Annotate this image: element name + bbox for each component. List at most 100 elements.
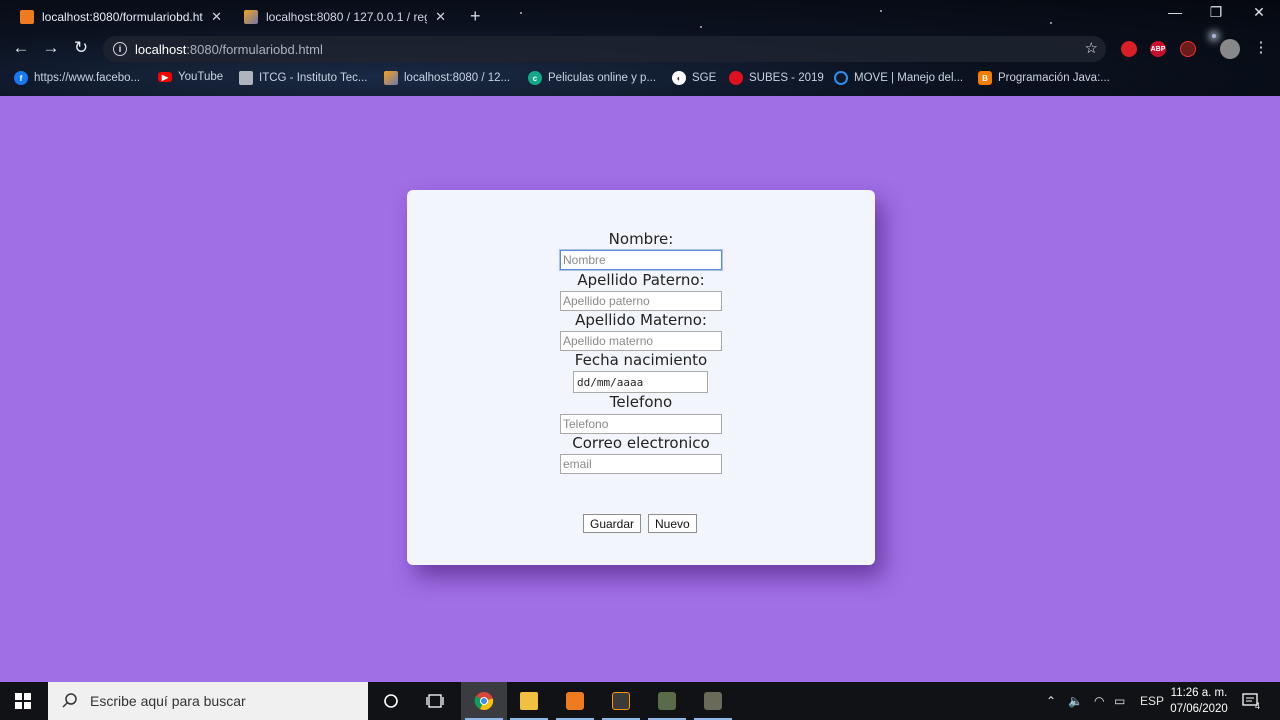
taskbar-clock[interactable]: 11:26 a. m. 07/06/2020 xyxy=(1164,685,1234,717)
close-window-icon[interactable]: ✕ xyxy=(1244,4,1274,21)
back-icon[interactable]: ← xyxy=(10,38,32,58)
bookmark-star-icon[interactable]: ☆ xyxy=(1085,39,1098,57)
battery-icon[interactable]: ▭ xyxy=(1114,682,1125,720)
site-info-icon[interactable]: i xyxy=(113,42,127,56)
clock-time: 11:26 a. m. xyxy=(1170,687,1228,699)
bookmark-programacion-java[interactable]: B Programación Java:... xyxy=(978,71,1110,85)
itcg-icon xyxy=(239,71,253,85)
telefono-label: Telefono xyxy=(609,393,673,411)
apellido-paterno-label: Apellido Paterno: xyxy=(577,271,705,289)
nombre-input[interactable] xyxy=(560,250,722,270)
nombre-label: Nombre: xyxy=(608,230,674,248)
fecha-nacimiento-input[interactable]: dd/mm/aaaa xyxy=(573,371,708,393)
bookmark-subes[interactable]: SUBES - 2019 xyxy=(729,71,824,85)
xampp-favicon-icon xyxy=(20,10,34,24)
extension-blocked-icon[interactable] xyxy=(1180,41,1196,57)
email-input[interactable] xyxy=(560,454,722,474)
wifi-icon[interactable]: ◠ xyxy=(1094,682,1104,720)
adblock-plus-label: ABP xyxy=(1150,45,1166,53)
phpmyadmin-icon xyxy=(384,71,398,85)
bookmark-peliculas[interactable]: c Peliculas online y p... xyxy=(528,71,656,85)
app-icon xyxy=(704,692,722,710)
close-tab-icon[interactable]: ✕ xyxy=(211,9,222,25)
phpmyadmin-favicon-icon xyxy=(244,10,258,24)
minimize-icon[interactable]: — xyxy=(1160,4,1190,20)
bookmark-label: localhost:8080 / 12... xyxy=(404,72,511,84)
profile-avatar[interactable] xyxy=(1220,39,1240,59)
address-bar[interactable]: i localhost:8080/formulariobd.html ☆ xyxy=(103,36,1106,62)
fecha-nacimiento-label: Fecha nacimiento xyxy=(574,351,708,369)
windows-taskbar: Escribe aquí para buscar ⌃ 🔈 ◠ ▭ ESP 11:… xyxy=(0,682,1280,720)
nuevo-button[interactable]: Nuevo xyxy=(648,514,697,533)
bookmark-label: MOVE | Manejo del... xyxy=(854,72,964,84)
notifications-count: 4 xyxy=(1255,701,1261,711)
bookmarks-bar: f https://www.facebo... ▶ YouTube ITCG - I… xyxy=(0,66,1280,92)
restore-icon[interactable]: ❐ xyxy=(1201,4,1231,21)
adblock-plus-icon[interactable]: ABP xyxy=(1150,41,1166,57)
volume-icon[interactable]: 🔈 xyxy=(1068,682,1083,720)
tab-strip: localhost:8080/formulariobd.html ✕ local… xyxy=(0,0,1280,32)
bookmark-label: SGE xyxy=(692,72,717,84)
app-taskbar-icon-2[interactable] xyxy=(690,682,736,720)
facebook-icon: f xyxy=(14,71,28,85)
search-icon xyxy=(62,692,78,711)
new-tab-icon[interactable]: + xyxy=(470,6,481,27)
app-taskbar-icon-1[interactable] xyxy=(644,682,690,720)
sublime-icon xyxy=(612,692,630,710)
forward-icon[interactable]: → xyxy=(40,38,62,58)
bookmark-youtube[interactable]: ▶ YouTube xyxy=(158,71,223,83)
sublime-text-icon[interactable] xyxy=(598,682,644,720)
xampp-icon xyxy=(566,692,584,710)
folder-icon xyxy=(520,692,538,710)
extension-hand-icon[interactable] xyxy=(1121,41,1137,57)
address-path: :8080/formulariobd.html xyxy=(186,41,323,57)
telefono-input[interactable] xyxy=(560,414,722,434)
blogger-icon: B xyxy=(978,71,992,85)
app-icon xyxy=(658,692,676,710)
move-icon xyxy=(834,71,848,85)
apellido-materno-input[interactable] xyxy=(560,331,722,351)
menu-kebab-icon[interactable]: ⋮ xyxy=(1250,38,1272,56)
browser-toolbar: ← → ↻ i localhost:8080/formulariobd.html… xyxy=(0,34,1280,64)
bookmark-label: https://www.facebo... xyxy=(34,72,141,84)
form-card: Nombre: Apellido Paterno: Apellido Mater… xyxy=(407,190,875,565)
clock-date: 07/06/2020 xyxy=(1170,703,1228,715)
chrome-taskbar-icon[interactable] xyxy=(461,682,507,720)
windows-start-icon[interactable] xyxy=(0,682,46,720)
apellido-materno-label: Apellido Materno: xyxy=(575,311,707,329)
tab-title: localhost:8080/formulariobd.html xyxy=(42,10,204,24)
bookmark-label: Programación Java:... xyxy=(998,72,1110,84)
correo-label: Correo electronico xyxy=(572,434,710,452)
xampp-taskbar-icon[interactable] xyxy=(552,682,598,720)
notifications-icon[interactable]: 4 xyxy=(1242,682,1260,720)
bookmark-label: SUBES - 2019 xyxy=(749,72,824,84)
tab-title: localhost:8080 / 127.0.0.1 / registro xyxy=(266,10,427,24)
bookmark-localhost[interactable]: localhost:8080 / 12... xyxy=(384,71,510,85)
task-view-icon[interactable] xyxy=(412,682,458,720)
bookmark-label: Peliculas online y p... xyxy=(548,72,657,84)
reload-icon[interactable]: ↻ xyxy=(70,38,92,58)
guardar-button[interactable]: Guardar xyxy=(583,514,642,533)
tab-formulario[interactable]: localhost:8080/formulariobd.html ✕ xyxy=(10,4,232,30)
apellido-paterno-input[interactable] xyxy=(560,291,722,311)
bookmark-move[interactable]: MOVE | Manejo del... xyxy=(834,71,963,85)
search-placeholder: Escribe aquí para buscar xyxy=(90,693,246,709)
youtube-icon: ▶ xyxy=(158,72,172,82)
peliculas-icon: c xyxy=(528,71,542,85)
language-indicator[interactable]: ESP xyxy=(1140,682,1164,720)
file-explorer-icon[interactable] xyxy=(506,682,552,720)
bookmark-sge[interactable]: ◐ SGE xyxy=(672,71,716,85)
cortana-icon[interactable] xyxy=(368,682,414,720)
globe-icon: ◐ xyxy=(672,71,686,85)
tab-phpmyadmin[interactable]: localhost:8080 / 127.0.0.1 / registro ✕ xyxy=(234,4,456,30)
bookmark-facebook[interactable]: f https://www.facebo... xyxy=(14,71,140,85)
bookmark-itcg[interactable]: ITCG - Instituto Tec... xyxy=(239,71,367,85)
close-tab-icon[interactable]: ✕ xyxy=(435,9,446,25)
bookmark-label: YouTube xyxy=(178,71,224,83)
address-host: localhost xyxy=(135,41,187,57)
fecha-nacimiento-value: dd/mm/aaaa xyxy=(577,375,644,389)
bookmark-label: ITCG - Instituto Tec... xyxy=(259,72,368,84)
tray-chevron-up-icon[interactable]: ⌃ xyxy=(1046,682,1056,720)
taskbar-search-box[interactable]: Escribe aquí para buscar xyxy=(48,682,368,720)
browser-chrome: localhost:8080/formulariobd.html ✕ local… xyxy=(0,0,1280,96)
